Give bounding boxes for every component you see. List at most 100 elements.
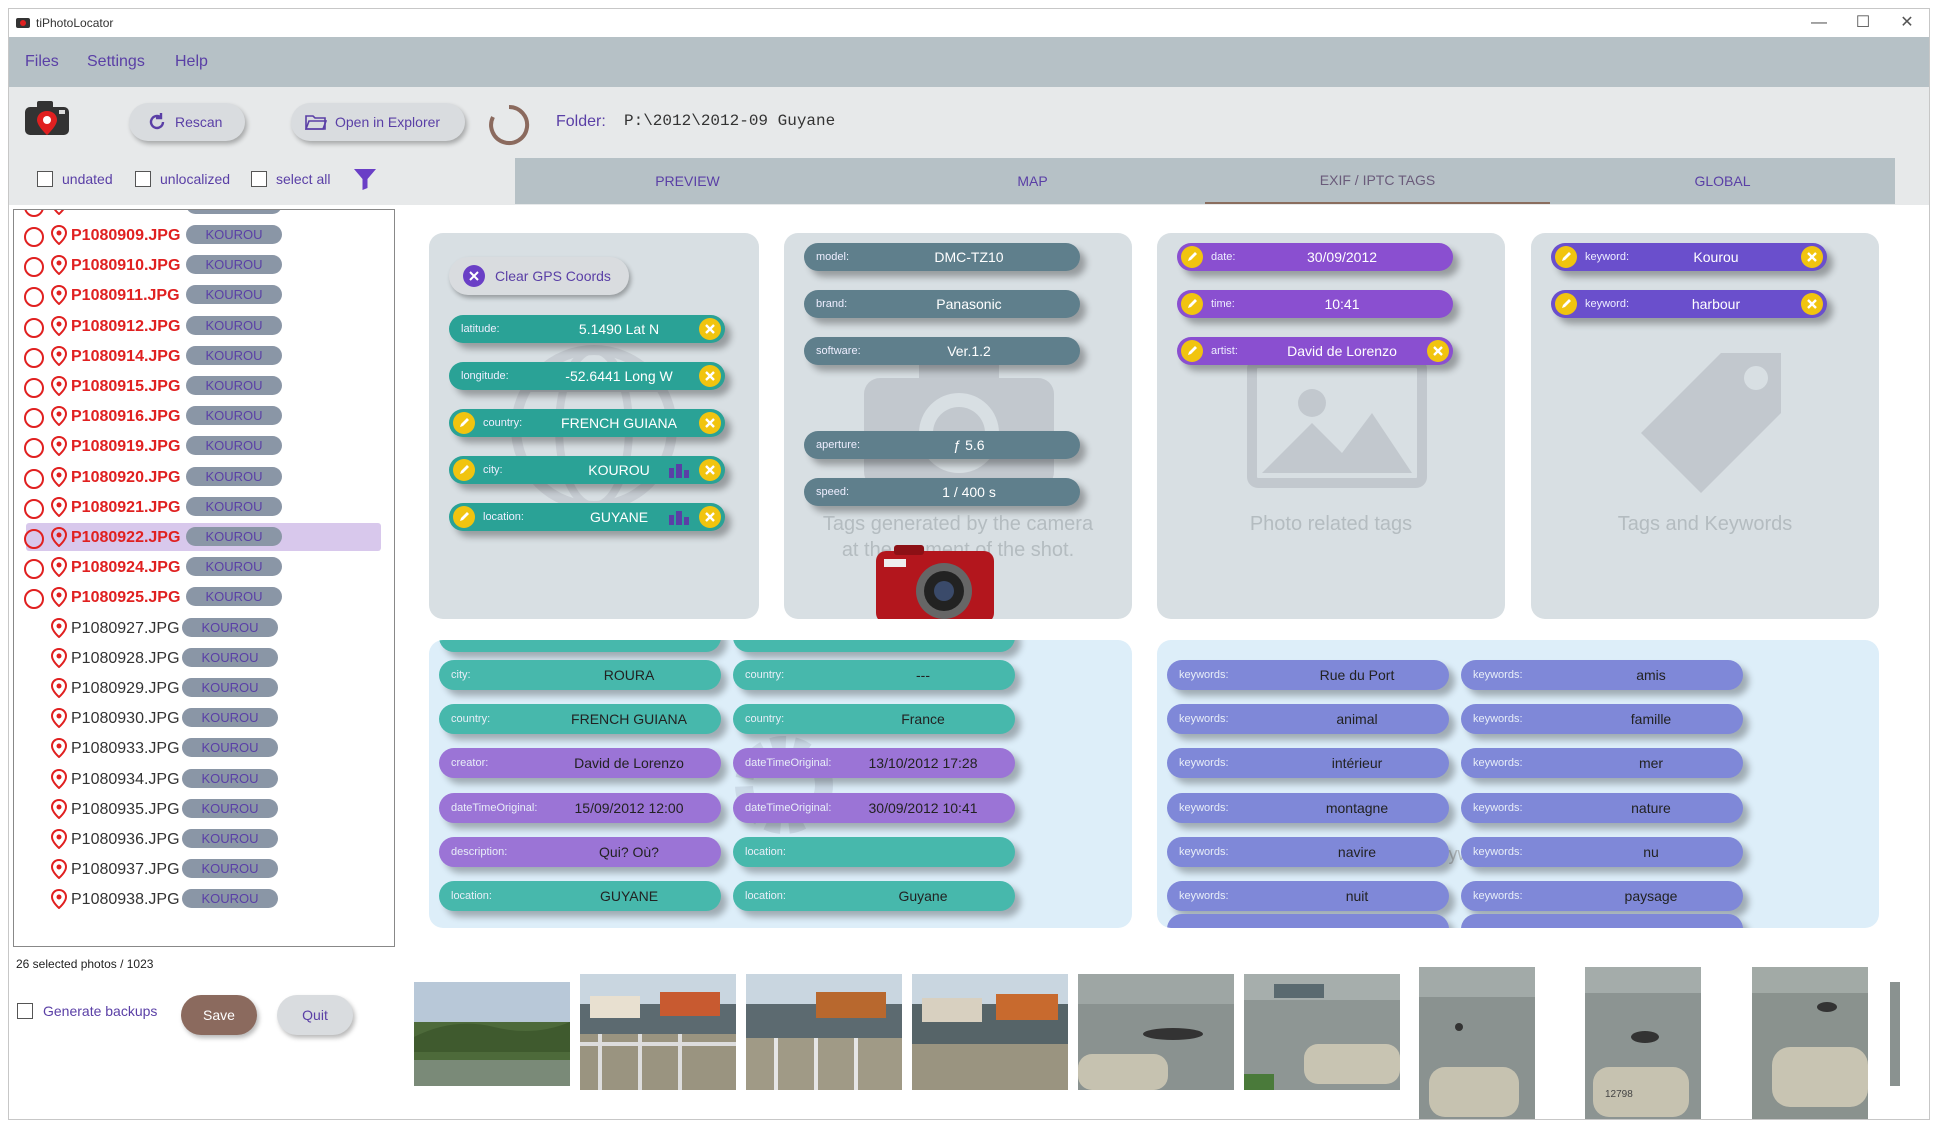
tab-map[interactable]: MAP (860, 158, 1205, 204)
suggestion-tag[interactable]: dateTimeOriginal: 30/09/2012 10:41 (733, 792, 1015, 823)
remove-icon[interactable] (1801, 246, 1823, 268)
edit-icon[interactable] (1555, 246, 1577, 268)
keyword-suggestion-tag[interactable]: keywords: mer (1461, 748, 1743, 779)
list-item[interactable]: P1080928.JPG KOUROU (14, 643, 394, 673)
keyword-suggestion-tag[interactable]: keywords: paysage (1461, 881, 1743, 911)
list-item[interactable]: P1080910.JPG KOUROU (14, 250, 394, 280)
rescan-button[interactable]: Rescan (129, 103, 245, 141)
remove-icon[interactable] (699, 459, 721, 481)
gps-tag[interactable]: latitude: 5.1490 Lat N (449, 315, 725, 343)
suggestion-tag[interactable]: location: Guyane (733, 881, 1015, 911)
keyword-suggestion-tag[interactable]: keywords: Rue du Port (1167, 660, 1449, 690)
thumbnail[interactable] (912, 974, 1068, 1090)
select-all-checkbox[interactable]: select all (251, 171, 330, 187)
keyword-suggestion-tag[interactable]: keywords: nature (1461, 792, 1743, 823)
remove-icon[interactable] (699, 412, 721, 434)
save-button[interactable]: Save (181, 995, 257, 1035)
list-item[interactable]: KOUROU (14, 210, 394, 220)
keyword-suggestion-tag[interactable]: keywords: nu (1461, 836, 1743, 867)
gps-tag[interactable]: country: FRENCH GUIANA (449, 409, 725, 437)
photo-tag[interactable]: date: 30/09/2012 (1177, 243, 1453, 271)
suggestion-tag[interactable]: description: Qui? Où? (439, 836, 721, 867)
thumbnail[interactable] (1244, 974, 1400, 1090)
tab-preview[interactable]: PREVIEW (515, 158, 860, 204)
maximize-icon[interactable]: ☐ (1841, 11, 1885, 35)
suggestion-tag[interactable]: city: ROURA (439, 660, 721, 690)
photo-tag[interactable]: artist: David de Lorenzo (1177, 337, 1453, 365)
list-item[interactable]: P1080915.JPG KOUROU (14, 371, 394, 401)
list-item[interactable]: P1080938.JPG KOUROU (14, 884, 394, 914)
keyword-suggestion-tag[interactable]: keywords: amis (1461, 660, 1743, 690)
list-item[interactable]: P1080912.JPG KOUROU (14, 311, 394, 341)
suggestion-tag[interactable]: creator: David de Lorenzo (439, 748, 721, 779)
edit-icon[interactable] (1181, 340, 1203, 362)
keyword-tag[interactable]: keyword: Kourou (1551, 243, 1827, 271)
list-item[interactable]: P1080936.JPG KOUROU (14, 824, 394, 854)
thumbnail[interactable] (746, 974, 902, 1090)
list-item[interactable]: P1080929.JPG KOUROU (14, 673, 394, 703)
camera-tag[interactable]: brand: Panasonic (804, 290, 1080, 318)
keyword-suggestion-tag[interactable]: keywords: famille (1461, 704, 1743, 735)
list-item[interactable]: P1080920.JPG KOUROU (14, 462, 394, 492)
list-item[interactable]: P1080921.JPG KOUROU (14, 492, 394, 522)
remove-icon[interactable] (699, 506, 721, 528)
tab-global[interactable]: GLOBAL (1550, 158, 1895, 204)
thumbnail[interactable] (414, 982, 570, 1086)
edit-icon[interactable] (453, 506, 475, 528)
edit-icon[interactable] (1181, 246, 1203, 268)
remove-icon[interactable] (699, 365, 721, 387)
thumbnail-partial[interactable] (1890, 982, 1900, 1086)
camera-tag[interactable]: speed: 1 / 400 s (804, 478, 1080, 506)
camera-tag[interactable]: model: DMC-TZ10 (804, 243, 1080, 271)
camera-tag[interactable]: software: Ver.1.2 (804, 337, 1080, 365)
list-item[interactable]: P1080922.JPG KOUROU (14, 522, 394, 552)
suggestion-tag[interactable]: location: (733, 836, 1015, 867)
suggestion-tag[interactable]: dateTimeOriginal: 15/09/2012 12:00 (439, 792, 721, 823)
suggestion-tag[interactable]: country: --- (733, 660, 1015, 690)
list-item[interactable]: P1080909.JPG KOUROU (14, 220, 394, 250)
thumbnail[interactable] (580, 974, 736, 1090)
list-item[interactable]: P1080930.JPG KOUROU (14, 703, 394, 733)
list-item[interactable]: P1080935.JPG KOUROU (14, 794, 394, 824)
keyword-tag[interactable]: keyword: harbour (1551, 290, 1827, 318)
minimize-icon[interactable]: — (1797, 11, 1841, 35)
keyword-suggestion-tag[interactable]: keywords: animal (1167, 704, 1449, 735)
list-item[interactable]: P1080914.JPG KOUROU (14, 341, 394, 371)
edit-icon[interactable] (453, 412, 475, 434)
thumbnail[interactable] (1752, 967, 1868, 1119)
suggestion-tag[interactable]: location: GUYANE (439, 881, 721, 911)
file-list[interactable]: KOUROU P1080909.JPG KOUROU P1080910.JPG KOU… (13, 209, 395, 947)
suggestion-tag[interactable]: country: FRENCH GUIANA (439, 704, 721, 735)
gps-tag[interactable]: location: GUYANE (449, 503, 725, 531)
quit-button[interactable]: Quit (277, 995, 353, 1035)
list-item[interactable]: P1080934.JPG KOUROU (14, 764, 394, 794)
thumbnail[interactable]: 12798 (1585, 967, 1701, 1119)
remove-icon[interactable] (1801, 293, 1823, 315)
clear-gps-button[interactable]: Clear GPS Coords (449, 257, 629, 295)
list-item[interactable]: P1080933.JPG KOUROU (14, 733, 394, 763)
undated-checkbox[interactable]: undated (37, 171, 113, 187)
remove-icon[interactable] (1427, 340, 1449, 362)
menu-settings[interactable]: Settings (87, 53, 145, 71)
gps-tag[interactable]: city: KOUROU (449, 456, 725, 484)
suggestion-tag[interactable]: dateTimeOriginal: 13/10/2012 17:28 (733, 748, 1015, 779)
list-item[interactable]: P1080911.JPG KOUROU (14, 280, 394, 310)
list-item[interactable]: P1080919.JPG KOUROU (14, 431, 394, 461)
keyword-suggestion-tag[interactable]: keywords: intérieur (1167, 748, 1449, 779)
camera-tag[interactable]: aperture: ƒ 5.6 (804, 431, 1080, 459)
list-item[interactable]: P1080916.JPG KOUROU (14, 401, 394, 431)
list-item[interactable]: P1080925.JPG KOUROU (14, 582, 394, 612)
thumbnail[interactable] (1419, 967, 1535, 1119)
edit-icon[interactable] (1181, 293, 1203, 315)
close-icon[interactable]: ✕ (1885, 11, 1929, 35)
photo-tag[interactable]: time: 10:41 (1177, 290, 1453, 318)
list-item[interactable]: P1080924.JPG KOUROU (14, 552, 394, 582)
open-explorer-button[interactable]: Open in Explorer (291, 103, 465, 141)
keyword-suggestion-tag[interactable]: keywords: nuit (1167, 881, 1449, 911)
suggestion-tag[interactable]: country: France (733, 704, 1015, 735)
keyword-suggestion-tag[interactable]: keywords: montagne (1167, 792, 1449, 823)
menu-files[interactable]: Files (25, 53, 59, 71)
gps-tag[interactable]: longitude: -52.6441 Long W (449, 362, 725, 390)
edit-icon[interactable] (1555, 293, 1577, 315)
filter-icon[interactable] (353, 167, 377, 191)
